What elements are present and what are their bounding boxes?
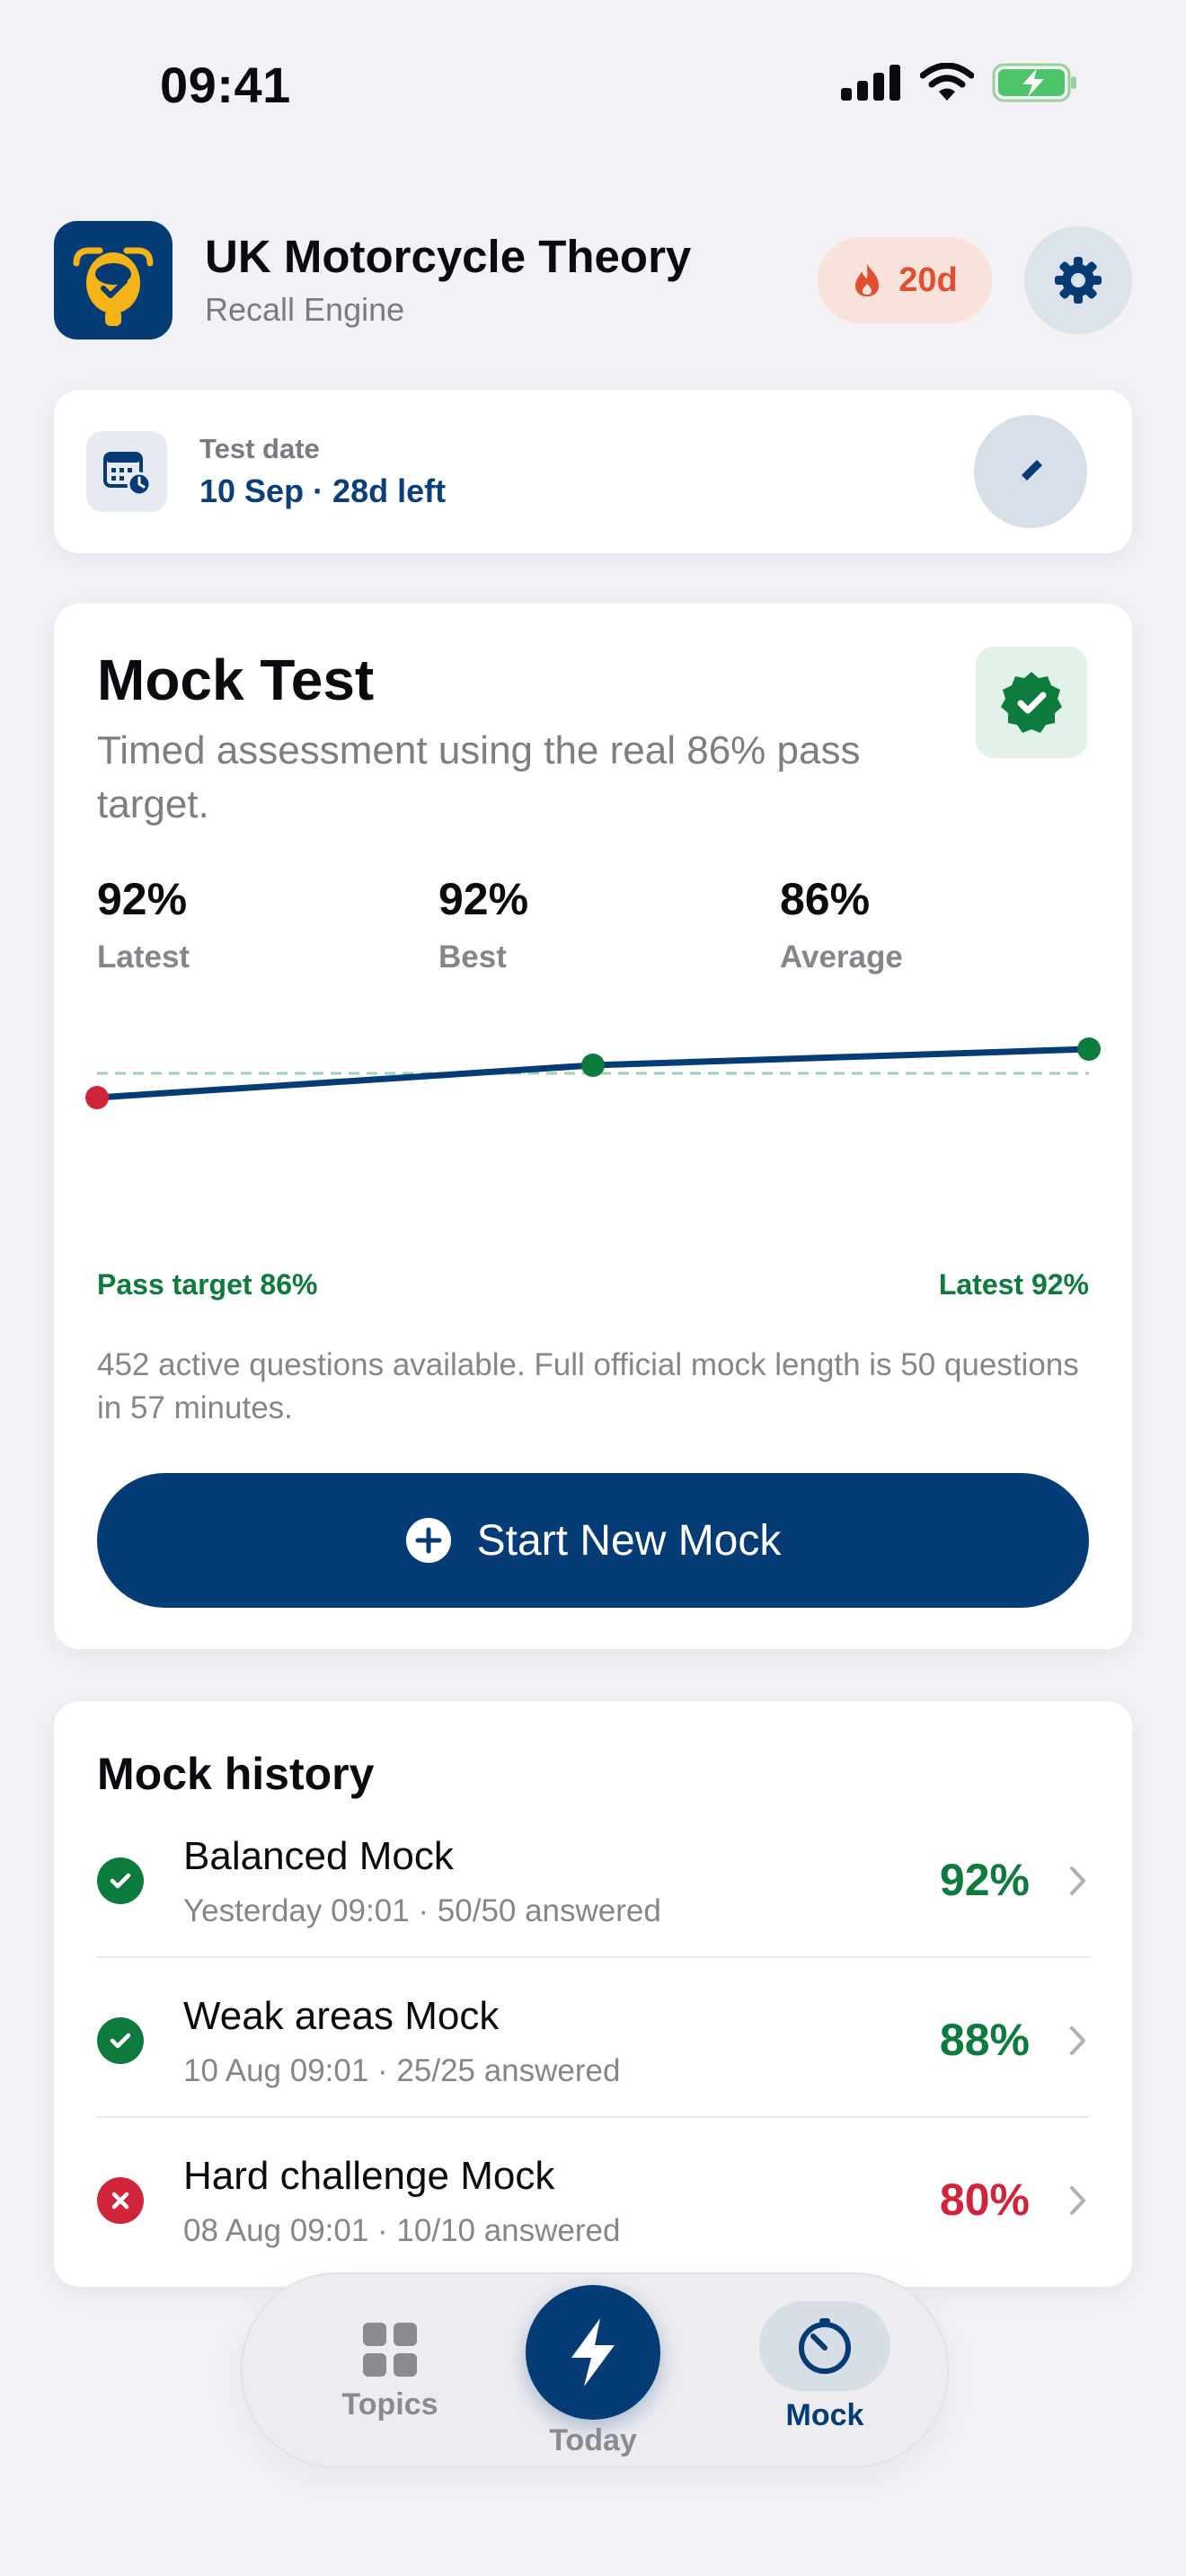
chevron-right-icon <box>1070 2026 1085 2055</box>
start-new-mock-button[interactable]: Start New Mock <box>97 1473 1089 1608</box>
app-subtitle: Recall Engine <box>205 291 405 328</box>
tab-today-label: Today <box>549 2423 637 2457</box>
failed-x-icon <box>97 2177 144 2224</box>
test-date-card: Test date 10 Sep · 28d left <box>54 390 1132 553</box>
status-time: 09:41 <box>160 57 291 113</box>
battery-charging-icon <box>992 63 1076 102</box>
mock-title: Mock Test <box>97 648 375 712</box>
verified-badge-tile <box>976 647 1087 758</box>
history-divider <box>97 2116 1089 2118</box>
mock-test-card: Mock Test Timed assessment using the rea… <box>54 604 1132 1649</box>
status-icons <box>841 63 1078 102</box>
calendar-clock-tile <box>86 431 167 512</box>
score-point <box>85 1086 109 1109</box>
question-pool-info: 452 active questions available. Full off… <box>97 1347 1079 1425</box>
passed-check-icon <box>97 1857 144 1904</box>
test-date-label: Test date <box>199 433 320 464</box>
flame-icon <box>855 264 880 296</box>
history-item-name: Hard challenge Mock <box>183 2154 555 2198</box>
tab-mock[interactable]: Mock <box>744 2301 906 2433</box>
chevron-right-icon <box>1070 2186 1085 2215</box>
timer-icon <box>799 2318 851 2374</box>
app-title: UK Motorcycle Theory <box>205 231 692 282</box>
app-logo <box>54 221 173 340</box>
mock-history-card: Mock history Balanced Mock Yesterday 09:… <box>54 1701 1132 2287</box>
score-point <box>581 1054 605 1077</box>
chevron-right-icon <box>1070 1866 1085 1895</box>
history-item-score: 80% <box>939 2175 1030 2225</box>
history-item-meta: Yesterday 09:01 · 50/50 answered <box>183 1893 661 1928</box>
motorcycle-rider-icon <box>73 247 154 326</box>
settings-button[interactable] <box>1024 226 1132 334</box>
wifi-icon <box>920 63 974 101</box>
bottom-tab-bar: Topics Today Mock <box>241 2272 949 2468</box>
today-button[interactable] <box>526 2285 660 2420</box>
cellular-signal-icon <box>841 65 900 101</box>
history-item-score: 92% <box>939 1855 1030 1905</box>
stat-latest-label: Latest <box>97 940 190 975</box>
pencil-icon <box>1020 460 1042 482</box>
stat-latest-value: 92% <box>97 874 188 924</box>
stat-average-value: 86% <box>780 874 871 924</box>
mock-history-title: Mock history <box>97 1749 375 1799</box>
edit-test-date-button[interactable] <box>974 415 1087 528</box>
history-item-score: 88% <box>939 2015 1030 2065</box>
tab-topics-label: Topics <box>341 2387 438 2422</box>
history-item-meta: 08 Aug 09:01 · 10/10 answered <box>183 2213 621 2248</box>
plus-circle-icon <box>405 1518 451 1563</box>
calendar-clock-icon <box>103 452 152 497</box>
score-trend-chart <box>85 1037 1101 1109</box>
history-item-name: Weak areas Mock <box>183 1994 500 2038</box>
gear-icon <box>1055 257 1102 304</box>
stat-best-label: Best <box>438 940 507 975</box>
tab-topics[interactable]: Topics <box>309 2321 471 2422</box>
stat-average-label: Average <box>780 940 903 975</box>
history-item-hard-challenge[interactable]: Hard challenge Mock 08 Aug 09:01 · 10/10… <box>97 2123 1089 2283</box>
start-new-mock-label: Start New Mock <box>476 1516 782 1565</box>
history-item-balanced[interactable]: Balanced Mock Yesterday 09:01 · 50/50 an… <box>97 1804 1089 1963</box>
streak-count: 20d <box>898 260 958 299</box>
history-item-meta: 10 Aug 09:01 · 25/25 answered <box>183 2053 621 2088</box>
history-item-weak-areas[interactable]: Weak areas Mock 10 Aug 09:01 · 25/25 ans… <box>97 1963 1089 2123</box>
history-divider <box>97 1956 1089 1958</box>
test-date-value: 10 Sep · 28d left <box>199 472 447 509</box>
verified-badge-icon <box>1001 672 1062 733</box>
grid-icon <box>363 2323 417 2377</box>
latest-score-label: Latest 92% <box>938 1268 1089 1301</box>
pass-target-label: Pass target 86% <box>97 1268 318 1301</box>
history-item-name: Balanced Mock <box>183 1834 454 1878</box>
tab-mock-label: Mock <box>785 2398 864 2432</box>
mock-description: Timed assessment using the real 86% pass… <box>97 728 861 826</box>
score-point <box>1077 1037 1101 1061</box>
stat-best-value: 92% <box>438 874 529 924</box>
mock-tab-highlight <box>759 2301 890 2391</box>
tab-today[interactable]: Today <box>512 2285 674 2458</box>
bolt-icon <box>571 2318 615 2386</box>
passed-check-icon <box>97 2017 144 2064</box>
streak-badge[interactable]: 20d <box>818 237 992 323</box>
